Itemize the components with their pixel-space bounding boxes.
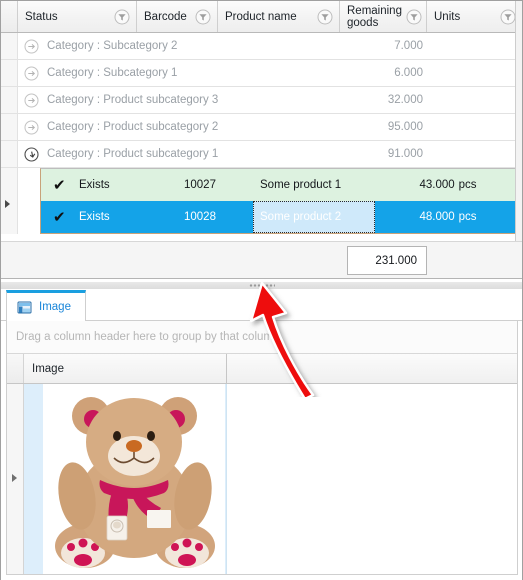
cell-product-name-focused[interactable]: Some product 2: [253, 201, 375, 233]
funnel-icon-units[interactable]: [500, 9, 516, 25]
cell-remaining-units[interactable]: 43.000 pcs: [375, 169, 521, 201]
cell-units-value: pcs: [458, 179, 477, 191]
top-data-grid: Status Barcode Product name Remaining go…: [1, 1, 522, 281]
group-by-drop-area[interactable]: Drag a column header here to group by th…: [7, 321, 517, 354]
cell-remaining-value: 48.000: [419, 211, 455, 223]
group-row-indicator: [1, 141, 18, 167]
panel-splitter[interactable]: [1, 282, 522, 289]
group-row-value: 6.000: [394, 67, 423, 79]
group-row[interactable]: Category : Product subcategory 2 95.000: [1, 114, 522, 141]
group-row-body[interactable]: Category : Subcategory 2 7.000: [18, 33, 522, 59]
group-row-indicator: [1, 33, 18, 59]
column-header-product-name-label: Product name: [225, 10, 297, 23]
grid-summary-row: 231.000: [1, 241, 522, 279]
detail-grid-wrapper: ✔ Exists 10027 Some product 1 43.000 pcs…: [1, 168, 522, 234]
column-header-status-label: Status: [25, 10, 58, 23]
splitter-grip[interactable]: [248, 284, 275, 287]
group-row-value: 32.000: [387, 94, 423, 106]
arrow-right-circle-icon[interactable]: [24, 120, 39, 135]
cell-status-label: Exists: [79, 211, 110, 223]
group-row-body[interactable]: Category : Subcategory 1 6.000: [18, 60, 522, 86]
cell-remaining-units[interactable]: 48.000 pcs: [375, 201, 521, 233]
group-row-label: Category : Subcategory 1: [47, 67, 178, 79]
detail-grid: ✔ Exists 10027 Some product 1 43.000 pcs…: [40, 168, 522, 234]
cell-image[interactable]: [24, 384, 227, 574]
bottom-detail-panel: Image Drag a column header here to group…: [1, 290, 522, 580]
check-icon: ✔: [53, 208, 66, 226]
column-header-remaining-goods[interactable]: Remaining goods: [340, 1, 427, 32]
group-row-label: Category : Product subcategory 2: [47, 121, 219, 133]
group-row-indicator: [1, 114, 18, 140]
funnel-icon-barcode[interactable]: [195, 9, 211, 25]
column-header-image[interactable]: Image: [24, 354, 227, 383]
group-row-label: Category : Product subcategory 3: [47, 94, 219, 106]
group-row-body[interactable]: Category : Product subcategory 1 91.000: [18, 141, 522, 167]
cell-barcode[interactable]: 10027: [184, 169, 253, 201]
current-row-marker-icon: [5, 200, 10, 208]
group-row-body[interactable]: Category : Product subcategory 2 95.000: [18, 114, 522, 140]
header-indicator-cell: [1, 1, 18, 32]
funnel-icon-remaining-goods[interactable]: [406, 9, 422, 25]
column-header-barcode[interactable]: Barcode: [137, 1, 218, 32]
arrow-down-right-circle-icon[interactable]: [24, 146, 39, 162]
bottom-row-indicator: [7, 384, 24, 574]
summary-total-value: 231.000: [347, 246, 427, 275]
tab-image-label: Image: [39, 301, 71, 313]
cell-product-name[interactable]: Some product 1: [253, 169, 375, 201]
arrow-right-circle-icon[interactable]: [24, 66, 39, 81]
column-header-remaining-goods-label: Remaining goods: [347, 4, 402, 29]
funnel-icon-product-name[interactable]: [317, 9, 333, 25]
group-row-body[interactable]: Category : Product subcategory 3 32.000: [18, 87, 522, 113]
bottom-header-indicator-cell: [7, 354, 24, 383]
bottom-grid-header-row: Image: [7, 354, 517, 384]
check-icon: ✔: [53, 176, 66, 194]
group-row[interactable]: Category : Subcategory 2 7.000: [1, 33, 522, 60]
column-header-status[interactable]: Status: [18, 1, 137, 32]
table-row-selected[interactable]: ✔ Exists 10028 Some product 2 48.000 pcs: [41, 201, 521, 233]
group-row-label: Category : Subcategory 2: [47, 40, 178, 52]
group-row[interactable]: Category : Subcategory 1 6.000: [1, 60, 522, 87]
column-header-barcode-label: Barcode: [144, 10, 187, 23]
cell-status[interactable]: ✔ Exists: [41, 169, 184, 201]
image-tab-icon: [17, 300, 32, 315]
grid-right-gutter: [515, 1, 522, 241]
cell-status-label: Exists: [79, 179, 110, 191]
funnel-icon-status[interactable]: [114, 9, 130, 25]
group-row-value: 91.000: [387, 148, 423, 160]
arrow-right-circle-icon[interactable]: [24, 39, 39, 54]
group-row[interactable]: Category : Product subcategory 3 32.000: [1, 87, 522, 114]
column-header-units[interactable]: Units: [427, 1, 522, 32]
group-row-label: Category : Product subcategory 1: [47, 148, 219, 160]
teddy-bear-photo: [43, 384, 225, 574]
grid-header-row: Status Barcode Product name Remaining go…: [1, 1, 522, 33]
group-row-indicator: [1, 60, 18, 86]
bottom-table-row[interactable]: [7, 384, 517, 574]
group-row-value: 95.000: [387, 121, 423, 133]
cell-units-value: pcs: [458, 211, 477, 223]
current-row-marker-icon: [12, 474, 17, 482]
cell-status[interactable]: ✔ Exists: [41, 201, 184, 233]
table-row[interactable]: ✔ Exists 10027 Some product 1 43.000 pcs: [41, 169, 521, 201]
group-row-indicator: [1, 87, 18, 113]
group-row-expanded[interactable]: Category : Product subcategory 1 91.000: [1, 141, 522, 168]
detail-indicator-column: [1, 168, 18, 234]
tab-image[interactable]: Image: [6, 290, 86, 321]
cell-remaining-value: 43.000: [419, 179, 455, 191]
grid-window: Status Barcode Product name Remaining go…: [0, 0, 523, 580]
tab-panel-image: Drag a column header here to group by th…: [6, 321, 518, 575]
detail-indent-spacer: [18, 168, 40, 234]
column-header-product-name[interactable]: Product name: [218, 1, 340, 32]
group-row-value: 7.000: [394, 40, 423, 52]
column-header-units-label: Units: [434, 10, 461, 23]
tab-strip: Image: [1, 290, 522, 321]
arrow-right-circle-icon[interactable]: [24, 93, 39, 108]
cell-barcode[interactable]: 10028: [184, 201, 253, 233]
